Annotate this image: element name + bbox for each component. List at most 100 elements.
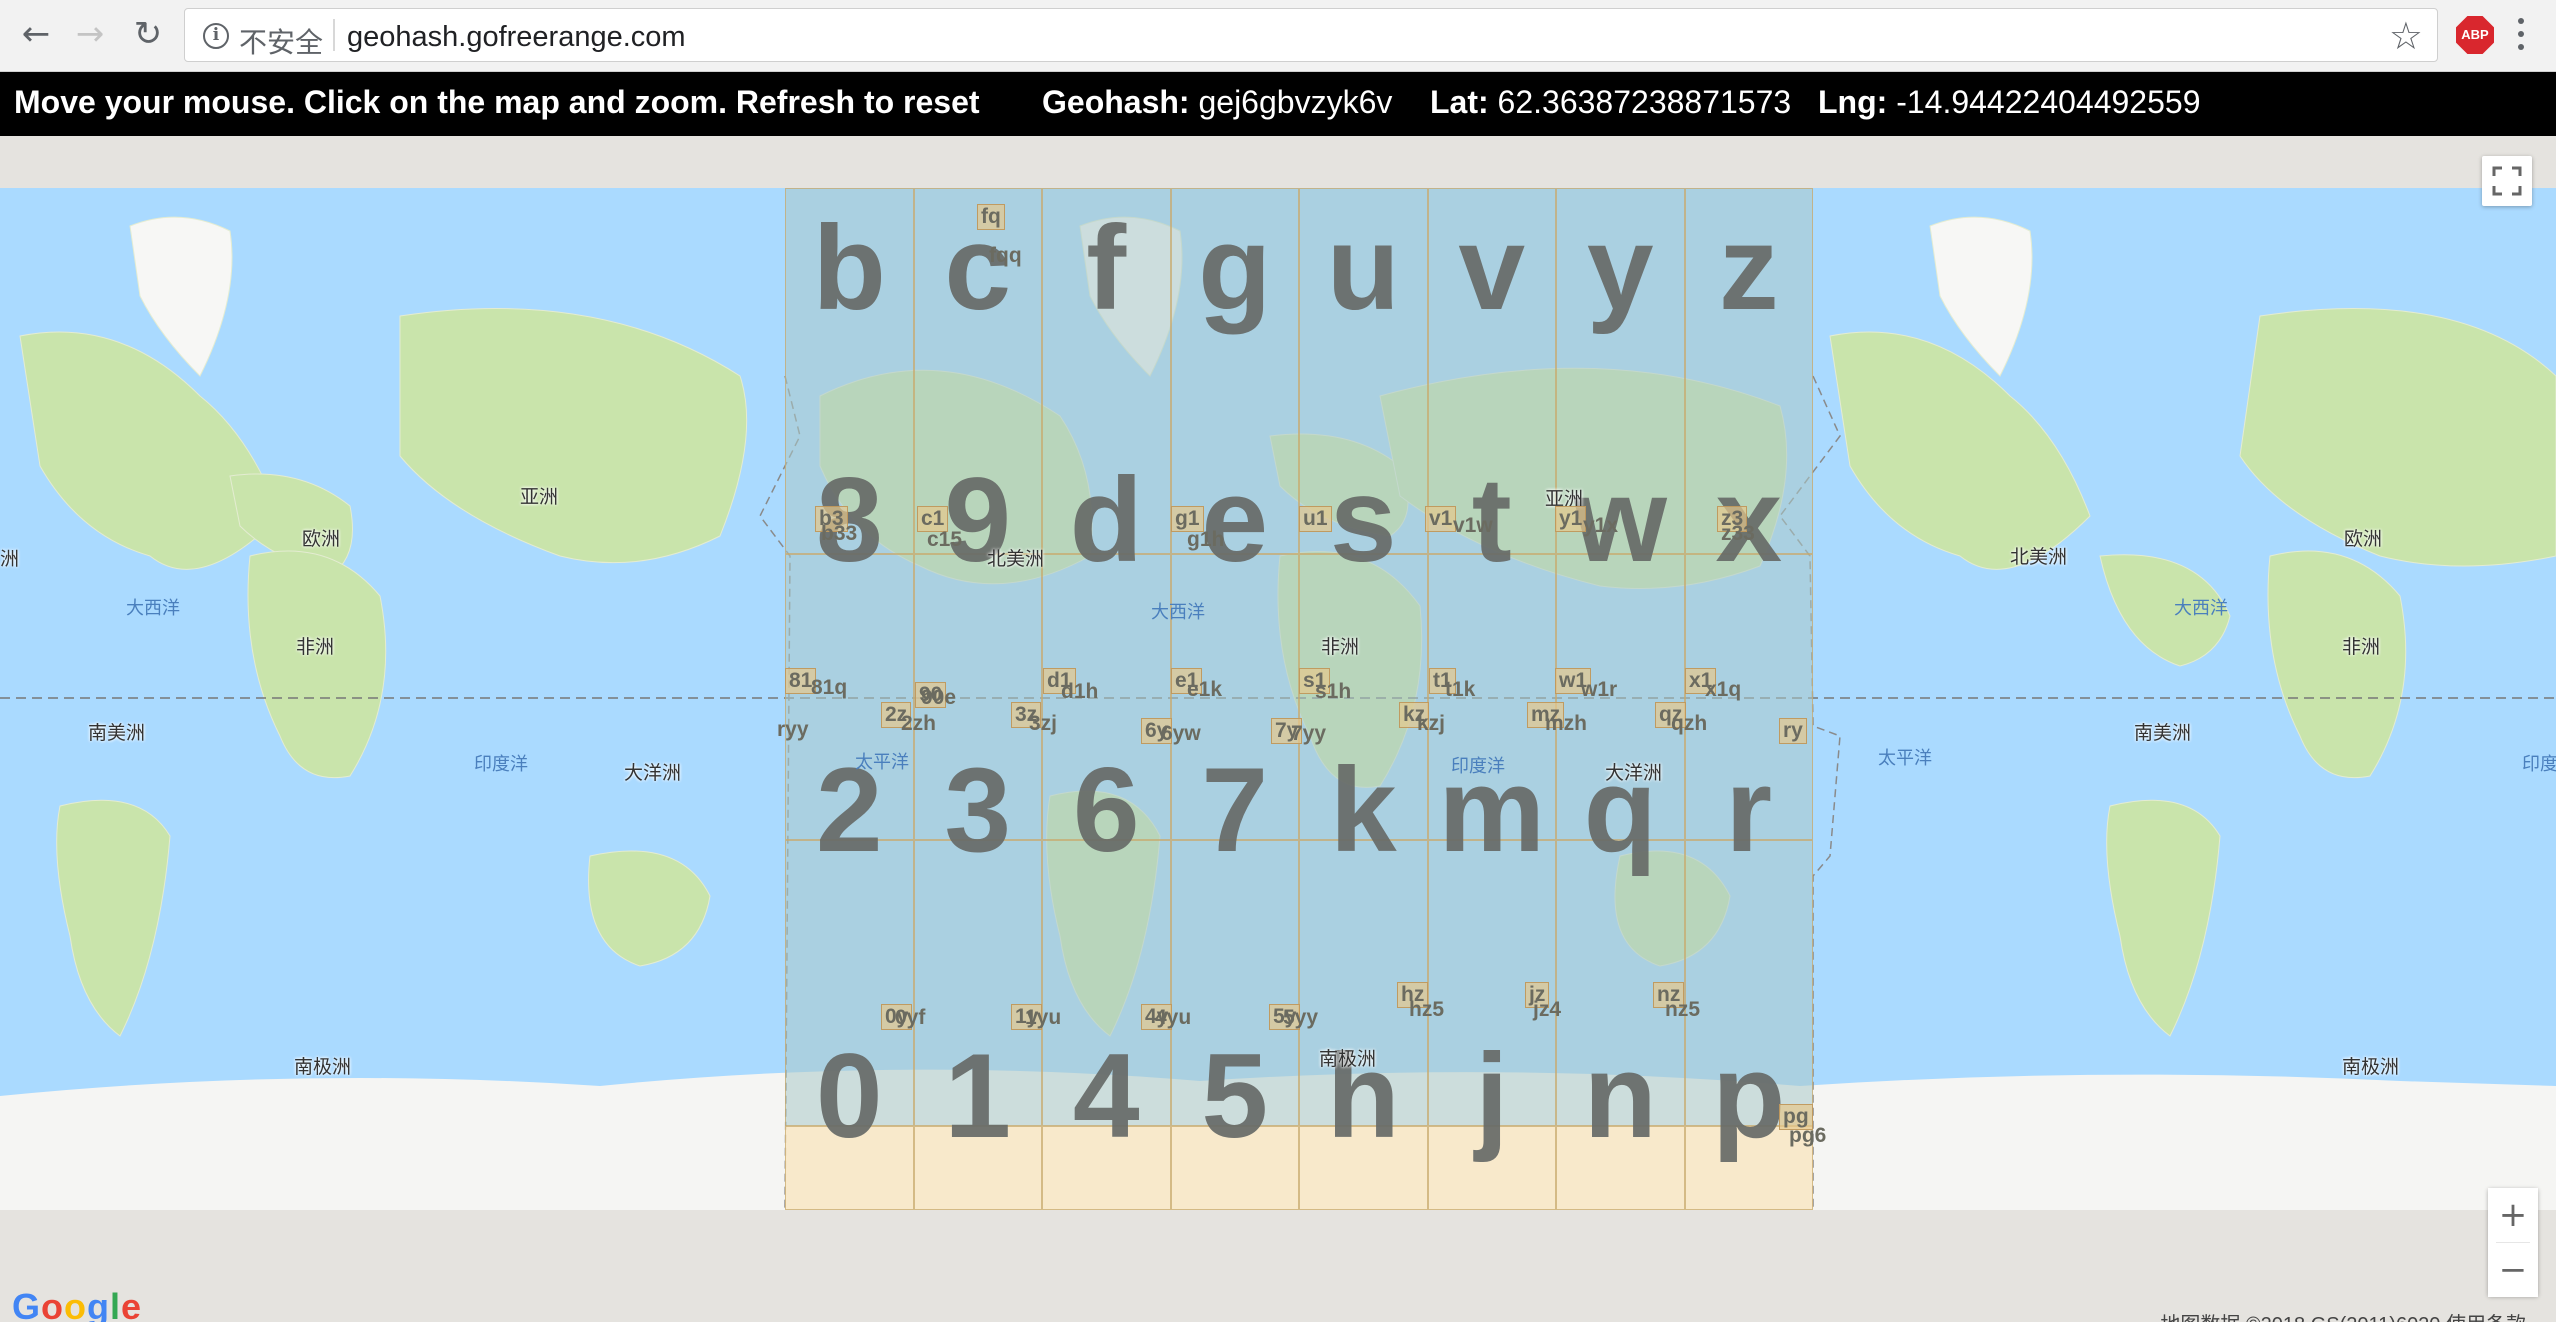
continent-label-south-america-right: 南美洲 <box>2134 722 2192 744</box>
continent-label-africa-right: 非洲 <box>2342 636 2381 658</box>
ocean-label-indian-right: 印度洋 <box>2522 754 2556 775</box>
subhash-label: 2zh <box>901 712 937 735</box>
zoom-in-button[interactable]: + <box>2488 1188 2538 1242</box>
continent-label-south-america: 南美洲 <box>88 722 146 744</box>
google-logo[interactable]: Google <box>12 1286 142 1322</box>
subhash-label: w1r <box>1581 678 1618 701</box>
geohash-cell-letter: r <box>1725 743 1773 877</box>
continent-label-oceania: 大洋洲 <box>624 762 682 784</box>
ocean-label-atlantic-right: 大西洋 <box>2174 598 2228 619</box>
subhash-label: 3zj <box>1029 712 1058 735</box>
geohash-info-bar: Move your mouse. Click on the map and zo… <box>0 72 2556 136</box>
continent-label-oceania-center: 大洋洲 <box>1605 762 1663 784</box>
subhash-label: t1k <box>1445 678 1476 701</box>
ocean-label-atlantic: 大西洋 <box>126 598 180 619</box>
continent-label-africa: 非洲 <box>296 636 335 658</box>
browser-menu-icon[interactable] <box>2514 14 2528 54</box>
subhash-label: fqq <box>989 244 1022 267</box>
geohash-cell-letter: 5 <box>1201 1029 1269 1163</box>
subhash-label: 1yu <box>1025 1006 1062 1029</box>
subhash-box: u1 <box>1299 506 1332 532</box>
ocean-label-indian-center: 印度洋 <box>1451 756 1505 777</box>
browser-toolbar: ← → ↻ i 不安全 geohash.gofreerange.com ☆ AB… <box>0 0 2556 72</box>
geohash-cell-letter: u <box>1326 201 1400 335</box>
continent-label-antarctica-right: 南极洲 <box>2342 1056 2400 1078</box>
bookmark-star-icon[interactable]: ☆ <box>2389 14 2423 58</box>
ocean-label-pacific-right: 太平洋 <box>1878 748 1932 769</box>
geohash-value: gej6gbvzyk6v <box>1198 84 1393 120</box>
subhash-label: hz5 <box>1409 998 1445 1021</box>
ocean-label-pacific-center: 太平洋 <box>855 752 909 773</box>
geohash-cell-letter: v <box>1458 201 1526 335</box>
instructions-text: Move your mouse. Click on the map and zo… <box>14 84 980 120</box>
continent-label-antarctica-center: 南极洲 <box>1319 1048 1377 1070</box>
geohash-readout: Geohash: gej6gbvzyk6v <box>1042 84 1392 121</box>
map-copyright[interactable]: 地图数据 ©2018 GS(2011)6020 使用条款 <box>2160 1308 2526 1322</box>
geohash-cell-letter: 6 <box>1072 743 1140 877</box>
subhash-label: c15 <box>927 528 963 551</box>
subhash-label: 7yy <box>1291 722 1327 745</box>
geohash-cell-letter: 0 <box>815 1029 883 1163</box>
geohash-cell-letter: 8 <box>815 453 883 587</box>
subhash-label: z33 <box>1721 522 1755 545</box>
lng-value: -14.94422404492559 <box>1896 84 2201 120</box>
forward-button[interactable]: → <box>70 14 110 54</box>
ocean-label-indian: 印度洋 <box>474 754 528 775</box>
geohash-cell-letter: 4 <box>1072 1029 1140 1163</box>
continent-label-europe-right: 欧洲 <box>2344 528 2383 550</box>
geohash-cell-letter: j <box>1475 1029 1509 1163</box>
continent-label-north-america-right: 北美洲 <box>2010 546 2068 568</box>
zoom-out-button[interactable]: − <box>2488 1243 2538 1297</box>
adblock-extension-icon[interactable]: ABP <box>2456 16 2494 54</box>
lat-value: 62.36387238871573 <box>1497 84 1792 120</box>
continent-label-europe: 欧洲 <box>302 528 341 550</box>
geohash-cell-letter: k <box>1329 743 1397 877</box>
lat-label: Lat: <box>1430 84 1489 120</box>
map-canvas[interactable]: 亚洲 欧洲 非洲 南美洲 大洋洲 南极洲 洲 大西洋 印度洋 北美洲 欧洲 非洲… <box>0 136 2556 1322</box>
subhash-label: mzh <box>1545 712 1587 735</box>
subhash-label: nz5 <box>1665 998 1701 1021</box>
subhash-label: 81q <box>811 676 848 699</box>
subhash-label: e1k <box>1187 678 1223 701</box>
url-separator <box>333 19 335 51</box>
continent-label-partial: 洲 <box>0 548 20 570</box>
geohash-cell-letter: y <box>1586 201 1654 335</box>
reload-button[interactable]: ↻ <box>128 14 168 54</box>
geohash-label: Geohash: <box>1042 84 1190 120</box>
subhash-label: 6yw <box>1161 722 1201 745</box>
lng-label: Lng: <box>1818 84 1888 120</box>
geohash-cell-letter: d <box>1069 453 1143 587</box>
subhash-label: qzh <box>1671 712 1708 735</box>
subhash-label: ryy <box>777 718 809 741</box>
subhash-box: y1 <box>1555 506 1587 532</box>
subhash-label: v1w <box>1453 514 1493 537</box>
url-text[interactable]: geohash.gofreerange.com <box>347 21 686 54</box>
geohash-cell-letter: 1 <box>944 1029 1012 1163</box>
ocean-label-atlantic-center: 大西洋 <box>1151 602 1205 623</box>
continent-label-north-america: 北美洲 <box>987 548 1045 570</box>
continent-label-asia: 亚洲 <box>520 486 559 508</box>
subhash-label: d1h <box>1061 680 1099 703</box>
subhash-label: 0yf <box>895 1006 926 1029</box>
back-button[interactable]: ← <box>16 14 56 54</box>
security-status[interactable]: 不安全 <box>239 21 323 61</box>
subhash-label: g1h <box>1187 528 1225 551</box>
geohash-cell-letter: n <box>1583 1029 1657 1163</box>
fullscreen-button[interactable] <box>2482 156 2532 206</box>
zoom-control: + − <box>2488 1188 2538 1297</box>
geohash-cell-letter: z <box>1718 201 1779 335</box>
subhash-label: jz4 <box>1533 998 1562 1021</box>
subhash-box: fq <box>977 204 1005 230</box>
geohash-cell-letter: f <box>1086 201 1127 335</box>
address-bar[interactable]: i 不安全 geohash.gofreerange.com ☆ <box>184 8 2438 62</box>
subhash-label: 5yy <box>1283 1006 1319 1029</box>
subhash-label: y1x <box>1583 514 1619 537</box>
geohash-cell-letter: x <box>1715 453 1783 587</box>
subhash-label: 4yu <box>1155 1006 1192 1029</box>
geohash-grid[interactable]: bcfguvyz89destwx2367kmqr0145hjnp 北美洲 亚洲 … <box>777 188 1826 1210</box>
info-icon[interactable]: i <box>203 23 229 49</box>
subhash-label: 90e <box>921 686 957 709</box>
geohash-cell-letter: g <box>1198 201 1272 335</box>
fullscreen-icon <box>2492 166 2522 196</box>
subhash-label: pg6 <box>1789 1124 1827 1147</box>
